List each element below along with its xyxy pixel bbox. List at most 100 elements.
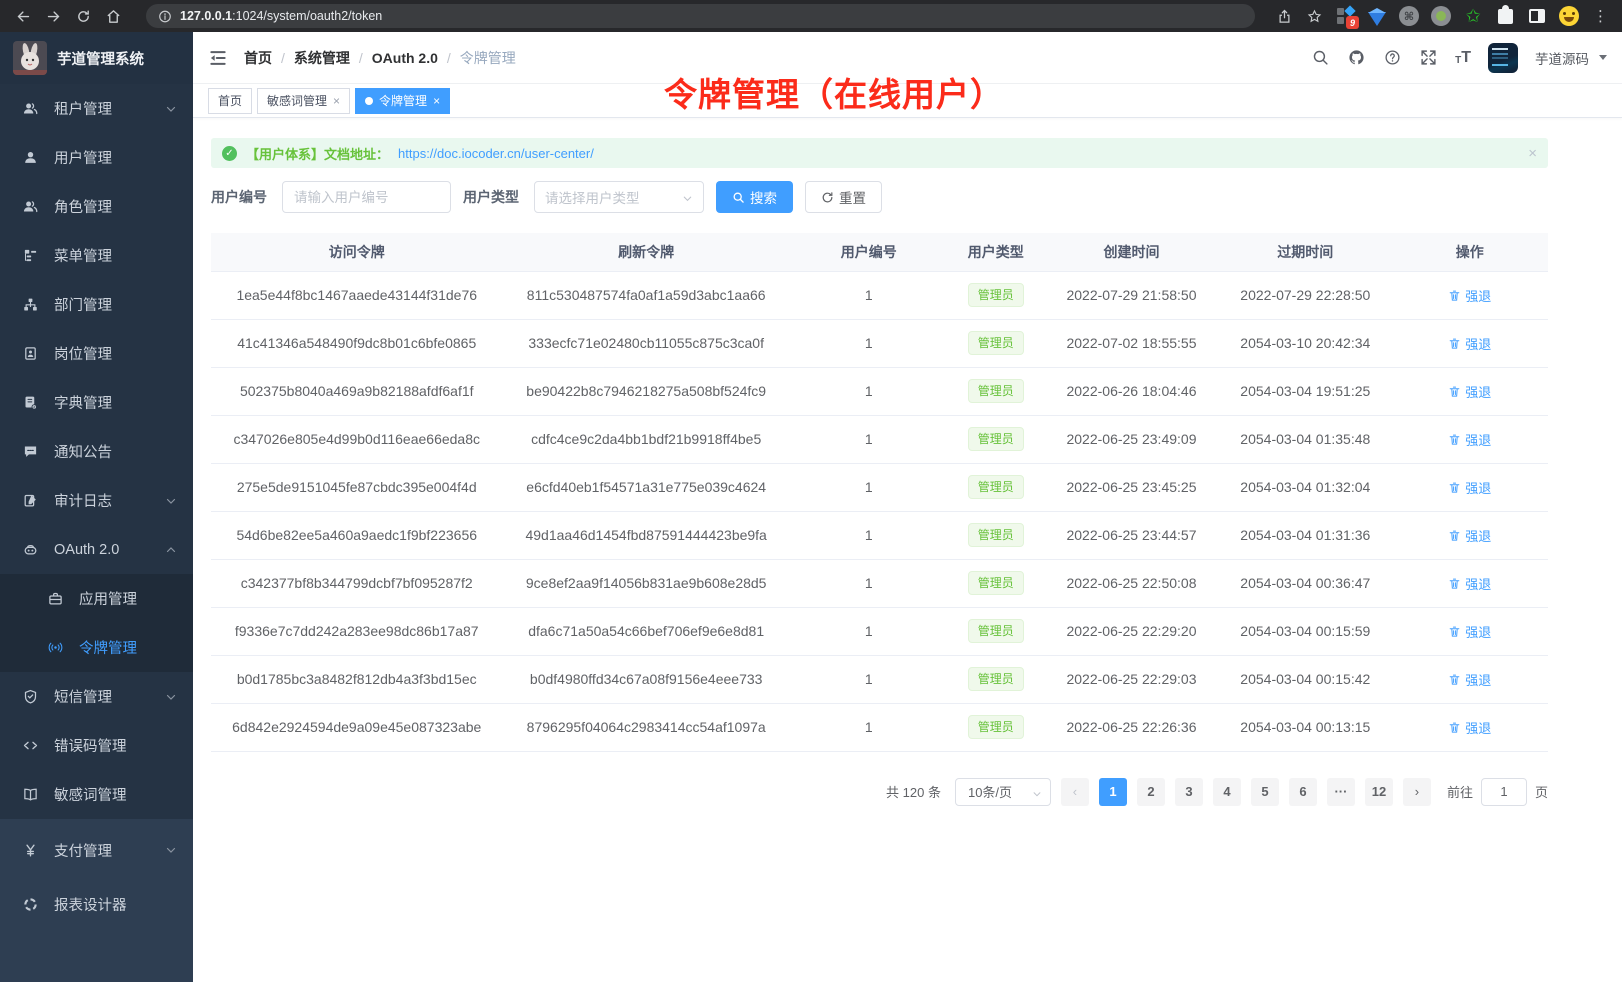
record-extension-icon[interactable] [1431, 6, 1451, 26]
user-id-input[interactable] [282, 181, 451, 213]
gem-extension-icon[interactable] [1367, 6, 1387, 26]
column-header-用户类型: 用户类型 [948, 233, 1044, 271]
user-menu-caret-icon[interactable] [1599, 55, 1607, 60]
url-path: :1024/system/oauth2/token [232, 9, 382, 23]
search-button[interactable]: 搜索 [716, 181, 793, 213]
share-icon[interactable] [1273, 5, 1295, 27]
force-logout-button[interactable]: 强退 [1448, 382, 1491, 401]
refresh-token-cell: e6cfd40eb1f54571a31e775e039c4624 [502, 463, 789, 511]
sidebar-toggle-icon[interactable] [208, 48, 228, 68]
reset-button[interactable]: 重置 [805, 181, 882, 213]
navbar: 首页 / 系统管理 / OAuth 2.0 / 令牌管理 [193, 32, 1622, 84]
back-icon[interactable] [12, 5, 34, 27]
sidebar-item-租户管理[interactable]: 租户管理 [0, 84, 193, 133]
username[interactable]: 芋道源码 [1535, 48, 1589, 68]
user-type-cell: 管理员 [948, 367, 1044, 415]
breadcrumb-home[interactable]: 首页 [244, 48, 272, 68]
force-logout-button[interactable]: 强退 [1448, 286, 1491, 305]
sidebar-item-审计日志[interactable]: 审计日志 [0, 476, 193, 525]
force-logout-button[interactable]: 强退 [1448, 574, 1491, 593]
force-logout-button[interactable]: 强退 [1448, 718, 1491, 737]
trash-icon [1448, 481, 1461, 494]
prev-page-button[interactable]: ‹ [1061, 778, 1089, 806]
sidebar-item-报表设计器[interactable]: 报表设计器 [0, 877, 193, 931]
force-logout-button[interactable]: 强退 [1448, 430, 1491, 449]
sidebar-item-敏感词管理[interactable]: 敏感词管理 [0, 770, 193, 819]
sidebar-item-应用管理[interactable]: 应用管理 [0, 574, 193, 623]
created-time-cell: 2022-07-02 18:55:55 [1044, 319, 1219, 367]
payment-yen-icon [22, 842, 38, 858]
trash-icon [1448, 625, 1461, 638]
goto-page-input[interactable] [1481, 778, 1527, 806]
force-logout-button[interactable]: 强退 [1448, 478, 1491, 497]
breadcrumb-oauth[interactable]: OAuth 2.0 [372, 50, 438, 66]
help-icon[interactable] [1383, 48, 1402, 67]
page-size-value: 10条/页 [968, 782, 1012, 801]
sidebar-item-部门管理[interactable]: 部门管理 [0, 280, 193, 329]
page-button-6[interactable]: 6 [1289, 778, 1317, 806]
page-button-12[interactable]: 12 [1365, 778, 1393, 806]
refresh-token-cell: cdfc4ce9c2da4bb1bdf21b9918ff4be5 [502, 415, 789, 463]
table-row: c342377bf8b344799dcbf7bf095287f29ce8ef2a… [211, 559, 1548, 607]
page-button-1[interactable]: 1 [1099, 778, 1127, 806]
command-extension-icon[interactable]: ⌘ [1399, 6, 1419, 26]
puzzle-extension-icon[interactable] [1495, 6, 1515, 26]
sidebar-item-OAuth 2.0[interactable]: OAuth 2.0 [0, 525, 193, 574]
user-type-select[interactable]: 请选择用户类型 [534, 181, 704, 213]
bookmark-star-icon[interactable] [1303, 5, 1325, 27]
sidebar-item-岗位管理[interactable]: 岗位管理 [0, 329, 193, 378]
fullscreen-icon[interactable] [1419, 48, 1438, 67]
search-icon[interactable] [1311, 48, 1330, 67]
github-icon[interactable] [1347, 48, 1366, 67]
force-logout-button[interactable]: 强退 [1448, 670, 1491, 689]
home-icon[interactable] [102, 5, 124, 27]
sidebar-item-支付管理[interactable]: 支付管理 [0, 823, 193, 877]
sidebar-item-字典管理[interactable]: 字典管理 [0, 378, 193, 427]
sidebar-item-label: 错误码管理 [54, 735, 177, 756]
page-button-3[interactable]: 3 [1175, 778, 1203, 806]
app-logo[interactable]: 芋道管理系统 [0, 32, 193, 84]
profile-avatar-icon[interactable] [1559, 6, 1579, 26]
sidebar-item-错误码管理[interactable]: 错误码管理 [0, 721, 193, 770]
tab-敏感词管理[interactable]: 敏感词管理× [257, 88, 350, 114]
doc-link[interactable]: https://doc.iocoder.cn/user-center/ [398, 146, 594, 161]
sidebar-item-短信管理[interactable]: 短信管理 [0, 672, 193, 721]
tab-首页[interactable]: 首页 [208, 88, 252, 114]
more-pages-button[interactable]: ··· [1327, 778, 1355, 806]
sidebar-item-角色管理[interactable]: 角色管理 [0, 182, 193, 231]
sidebar-item-菜单管理[interactable]: 菜单管理 [0, 231, 193, 280]
forward-icon[interactable] [42, 5, 64, 27]
pagination: 共 120 条 10条/页 ‹ 123456···12 › 前往 页 [211, 778, 1548, 806]
expire-time-cell: 2054-03-04 00:15:42 [1219, 655, 1391, 703]
browser-chrome: 127.0.0.1:1024/system/oauth2/token 9 ⌘ ✩… [0, 0, 1622, 32]
tab-close-icon[interactable]: × [433, 95, 440, 107]
tab-label: 令牌管理 [379, 92, 427, 109]
reload-icon[interactable] [72, 5, 94, 27]
sidebar-item-用户管理[interactable]: 用户管理 [0, 133, 193, 182]
tab-令牌管理[interactable]: 令牌管理 × [355, 88, 450, 114]
site-info-icon[interactable] [158, 9, 172, 23]
side-panel-icon[interactable] [1527, 6, 1547, 26]
sms-shield-icon [22, 689, 38, 705]
breadcrumb-system[interactable]: 系统管理 [294, 48, 350, 68]
force-logout-button[interactable]: 强退 [1448, 526, 1491, 545]
force-logout-button[interactable]: 强退 [1448, 622, 1491, 641]
chevron-down-icon [1032, 787, 1042, 797]
extension-grid-icon[interactable]: 9 [1337, 7, 1355, 25]
font-size-icon[interactable]: TT [1455, 50, 1471, 66]
page-button-4[interactable]: 4 [1213, 778, 1241, 806]
force-logout-button[interactable]: 强退 [1448, 334, 1491, 353]
page-button-2[interactable]: 2 [1137, 778, 1165, 806]
green-star-extension-icon[interactable]: ✩ [1463, 6, 1483, 26]
alert-close-icon[interactable]: × [1528, 145, 1537, 162]
user-avatar[interactable] [1488, 43, 1518, 73]
browser-menu-icon[interactable]: ⋮ [1591, 7, 1610, 25]
page-button-5[interactable]: 5 [1251, 778, 1279, 806]
next-page-button[interactable]: › [1403, 778, 1431, 806]
sidebar-item-令牌管理[interactable]: 令牌管理 [0, 623, 193, 672]
post-icon [22, 346, 38, 362]
tab-close-icon[interactable]: × [333, 95, 340, 107]
address-bar[interactable]: 127.0.0.1:1024/system/oauth2/token [146, 4, 1255, 28]
sidebar-item-通知公告[interactable]: 通知公告 [0, 427, 193, 476]
page-size-select[interactable]: 10条/页 [955, 778, 1051, 806]
